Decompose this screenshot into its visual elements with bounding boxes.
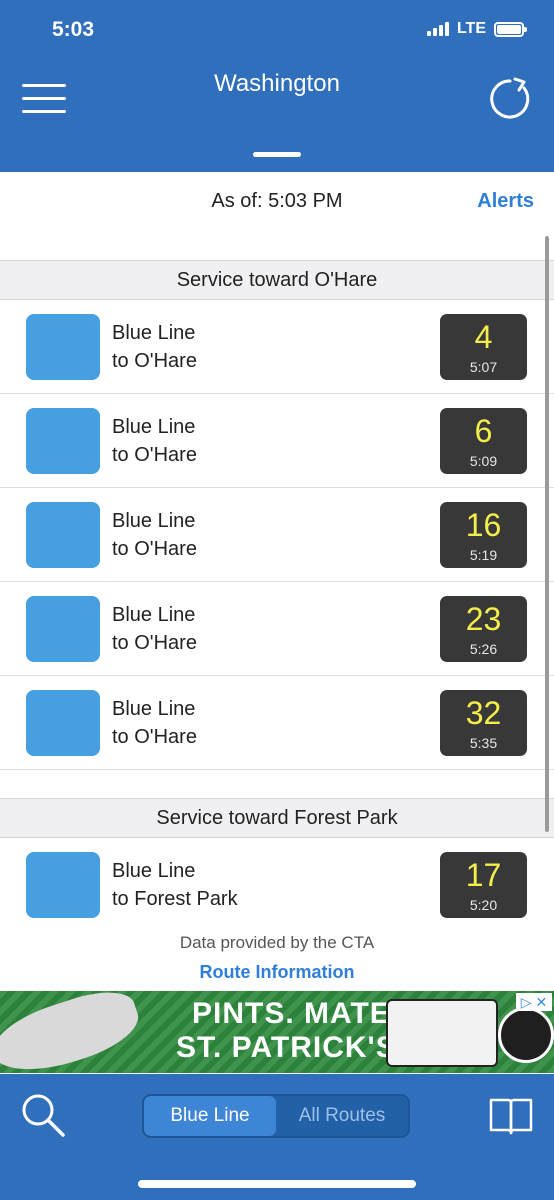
eta-badge: 16 5:19 [440, 502, 527, 568]
app-header: 5:03 LTE Washington [0, 0, 554, 172]
route-name: Blue Line [112, 860, 196, 882]
eta-badge: 17 5:20 [440, 852, 527, 918]
last-updated-text: As of: 5:03 PM [211, 190, 343, 212]
eta-badge: 23 5:26 [440, 596, 527, 662]
route-destination: to O'Hare [112, 632, 197, 654]
search-icon[interactable] [20, 1092, 66, 1138]
route-destination: to O'Hare [112, 726, 197, 748]
double-decker-bus-image [386, 999, 498, 1067]
route-destination: to O'Hare [112, 350, 197, 372]
eta-clock-time: 5:09 [469, 453, 498, 469]
route-name: Blue Line [112, 322, 196, 344]
arrival-row[interactable]: Blue Line to O'Hare 32 5:35 [0, 676, 554, 770]
route-name: Blue Line [112, 604, 196, 626]
alerts-link[interactable]: Alerts [477, 190, 534, 213]
eta-minutes: 17 [465, 857, 502, 893]
section-header-ohare: Service toward O'Hare [0, 260, 554, 300]
eta-clock-time: 5:07 [469, 359, 498, 375]
arrival-row[interactable]: Blue Line to O'Hare 23 5:26 [0, 582, 554, 676]
route-destination: to Forest Park [112, 888, 238, 910]
arrival-row[interactable]: Blue Line to O'Hare 4 5:07 [0, 300, 554, 394]
route-filter-segmented-control: Blue Line All Routes [142, 1094, 410, 1138]
eta-clock-time: 5:26 [469, 641, 498, 657]
arrival-row[interactable]: Blue Line to O'Hare 16 5:19 [0, 488, 554, 582]
route-name: Blue Line [112, 416, 196, 438]
eta-badge: 32 5:35 [440, 690, 527, 756]
segment-all-routes[interactable]: All Routes [276, 1096, 408, 1136]
eta-minutes: 6 [474, 413, 493, 449]
route-destination: to O'Hare [112, 538, 197, 560]
ad-close-button[interactable]: ▷ ✕ [516, 993, 552, 1011]
route-destination: to O'Hare [112, 444, 197, 466]
eta-minutes: 16 [465, 507, 502, 543]
eta-clock-time: 5:35 [469, 735, 498, 751]
arrival-row[interactable]: Blue Line to Forest Park 17 5:20 [0, 838, 554, 932]
network-label: LTE [456, 20, 486, 37]
status-indicators: LTE [426, 20, 527, 38]
eta-clock-time: 5:19 [469, 547, 498, 563]
blue-line-swatch [26, 502, 100, 568]
ad-logo-seal [498, 1007, 554, 1063]
eta-badge: 6 5:09 [440, 408, 527, 474]
blue-line-swatch [26, 596, 100, 662]
blue-line-swatch [26, 314, 100, 380]
eta-minutes: 32 [465, 695, 502, 731]
route-name: Blue Line [112, 698, 196, 720]
data-credit: Data provided by the CTA [179, 933, 375, 952]
status-time: 5:03 [52, 18, 95, 41]
book-icon[interactable] [488, 1096, 534, 1136]
scroll-indicator[interactable] [545, 236, 549, 832]
arrival-row[interactable]: Blue Line to O'Hare 6 5:09 [0, 394, 554, 488]
eta-minutes: 23 [465, 601, 502, 637]
ad-banner[interactable]: PINTS. MATES. ST. PATRICK'S DAY. ▷ ✕ [0, 991, 554, 1073]
eta-clock-time: 5:20 [469, 897, 498, 913]
page-title: Washington [214, 70, 340, 97]
section-header-forest-park: Service toward Forest Park [0, 798, 554, 838]
blue-line-swatch [26, 852, 100, 918]
eta-badge: 4 5:07 [440, 314, 527, 380]
eta-minutes: 4 [474, 319, 493, 355]
sheet-grabber[interactable] [253, 152, 301, 157]
blue-line-swatch [26, 690, 100, 756]
route-name: Blue Line [112, 510, 196, 532]
blue-line-swatch [26, 408, 100, 474]
home-indicator[interactable] [138, 1180, 416, 1188]
battery-icon [494, 21, 527, 37]
refresh-icon[interactable] [488, 76, 534, 122]
route-information-link[interactable]: Route Information [0, 962, 554, 983]
segment-blue-line[interactable]: Blue Line [144, 1096, 276, 1136]
signal-icon [426, 22, 449, 36]
